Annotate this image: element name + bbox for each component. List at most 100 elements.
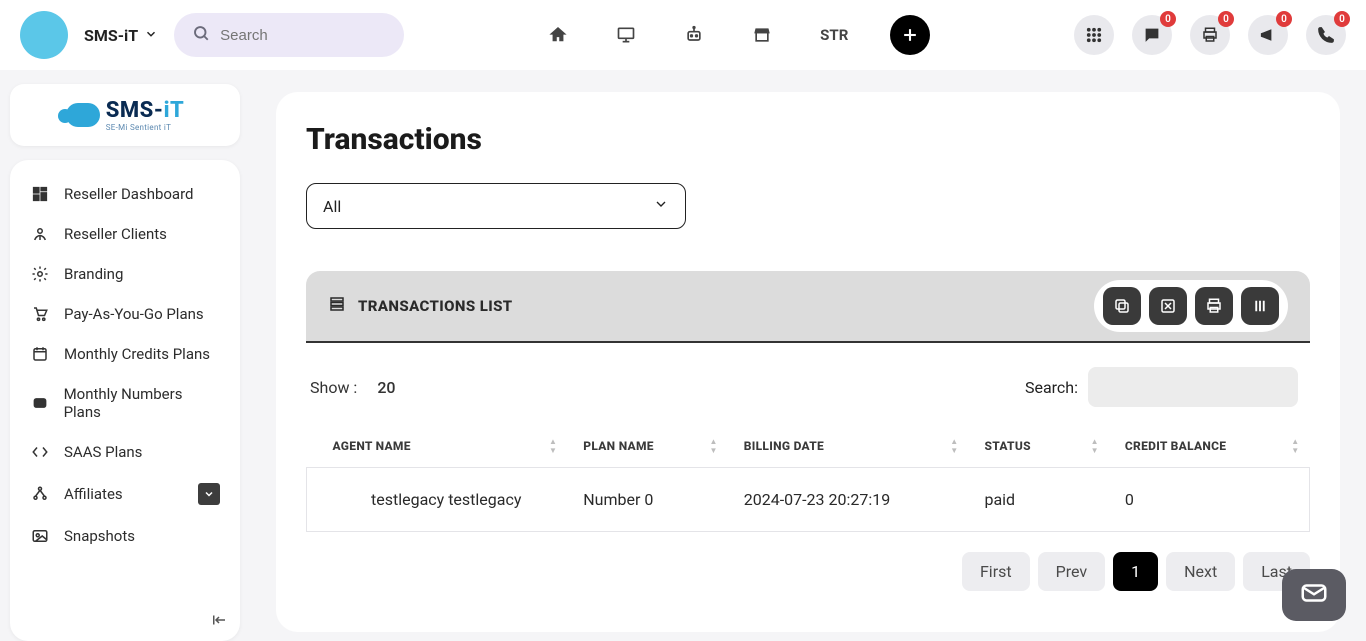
phone-icon[interactable]: 0 xyxy=(1306,15,1346,55)
search-input[interactable] xyxy=(220,27,386,44)
code-icon xyxy=(30,443,50,461)
brand-logo[interactable]: SMS-iT SE-Mi Sentient iT xyxy=(10,84,240,146)
printer-icon[interactable]: 0 xyxy=(1190,15,1230,55)
table-row[interactable]: testlegacy testlegacy Number 0 2024-07-2… xyxy=(307,468,1310,532)
avatar[interactable] xyxy=(20,11,68,59)
filter-select[interactable]: All xyxy=(306,183,686,229)
sidebar: SMS-iT SE-Mi Sentient iT Reseller Dashbo… xyxy=(0,70,250,641)
chat-badge: 0 xyxy=(1160,11,1176,27)
sort-icon: ▲▼ xyxy=(549,437,557,455)
app-name: SMS-iT xyxy=(84,26,138,45)
col-plan[interactable]: PLAN NAME ▲▼ xyxy=(567,425,727,468)
page-title: Transactions xyxy=(306,122,1310,157)
cell-plan: Number 0 xyxy=(567,468,727,532)
printer-badge: 0 xyxy=(1218,11,1234,27)
gear-icon xyxy=(30,265,50,283)
print-button[interactable] xyxy=(1195,287,1233,325)
sidebar-item-monthly-credits[interactable]: Monthly Credits Plans xyxy=(10,334,240,374)
col-agent[interactable]: AGENT NAME ▲▼ xyxy=(307,425,568,468)
sidebar-nav: Reseller Dashboard Reseller Clients Bran… xyxy=(10,160,240,641)
main-content: Transactions All TRANSACTIONS LIST xyxy=(250,70,1366,641)
transactions-panel: TRANSACTIONS LIST xyxy=(306,271,1310,591)
sidebar-item-reseller-dashboard[interactable]: Reseller Dashboard xyxy=(10,174,240,214)
cell-agent: testlegacy testlegacy xyxy=(307,468,568,532)
pager-current[interactable]: 1 xyxy=(1113,552,1158,591)
sidebar-item-label: Reseller Dashboard xyxy=(64,185,194,203)
sort-icon: ▲▼ xyxy=(1291,437,1299,455)
sidebar-item-monthly-numbers[interactable]: $ Monthly Numbers Plans xyxy=(10,374,240,432)
app-switcher[interactable]: SMS-iT xyxy=(80,20,162,51)
panel-title: TRANSACTIONS LIST xyxy=(358,297,513,315)
nav-str[interactable]: STR xyxy=(820,26,848,44)
search-label: Search: xyxy=(1025,378,1078,397)
clients-icon xyxy=(30,225,50,243)
col-billing[interactable]: BILLING DATE ▲▼ xyxy=(728,425,969,468)
megaphone-icon[interactable]: 0 xyxy=(1248,15,1288,55)
global-search[interactable] xyxy=(174,13,404,57)
columns-button[interactable] xyxy=(1241,287,1279,325)
image-icon xyxy=(30,527,50,545)
logo-text-1: SMS- xyxy=(106,98,164,123)
sidebar-item-label: Snapshots xyxy=(64,527,135,545)
sidebar-item-label: Monthly Numbers Plans xyxy=(64,385,220,421)
topbar-actions: 0 0 0 0 xyxy=(1074,15,1346,55)
robot-icon[interactable] xyxy=(684,25,704,45)
export-excel-button[interactable] xyxy=(1149,287,1187,325)
page-card: Transactions All TRANSACTIONS LIST xyxy=(276,92,1340,632)
chevron-down-icon xyxy=(144,26,158,45)
logo-subtitle: SE-Mi Sentient iT xyxy=(106,123,185,132)
sidebar-item-label: Pay-As-You-Go Plans xyxy=(64,305,204,323)
add-button[interactable] xyxy=(890,15,930,55)
topbar: SMS-iT STR 0 xyxy=(0,0,1366,70)
top-nav: STR xyxy=(548,25,848,45)
sidebar-item-branding[interactable]: Branding xyxy=(10,254,240,294)
money-icon: $ xyxy=(30,394,50,412)
sidebar-item-snapshots[interactable]: Snapshots xyxy=(10,516,240,556)
cell-credit: 0 xyxy=(1109,468,1310,532)
chevron-down-icon[interactable] xyxy=(198,483,220,505)
logo-text-2: iT xyxy=(164,98,185,123)
sidebar-item-saas-plans[interactable]: SAAS Plans xyxy=(10,432,240,472)
announce-badge: 0 xyxy=(1276,11,1292,27)
cell-billing: 2024-07-23 20:27:19 xyxy=(728,468,969,532)
collapse-sidebar-icon[interactable] xyxy=(210,611,228,633)
panel-header: TRANSACTIONS LIST xyxy=(306,271,1310,343)
sidebar-item-reseller-clients[interactable]: Reseller Clients xyxy=(10,214,240,254)
mail-icon xyxy=(1299,578,1329,612)
store-icon[interactable] xyxy=(752,25,772,45)
phone-badge: 0 xyxy=(1334,11,1350,27)
sidebar-item-payg-plans[interactable]: Pay-As-You-Go Plans xyxy=(10,294,240,334)
network-icon xyxy=(30,485,50,503)
copy-button[interactable] xyxy=(1103,287,1141,325)
dashboard-icon xyxy=(30,185,50,203)
filter-value: All xyxy=(323,197,341,216)
show-label: Show : xyxy=(310,378,357,397)
table-search-input[interactable] xyxy=(1088,367,1298,407)
sort-icon: ▲▼ xyxy=(1091,437,1099,455)
panel-toolbar xyxy=(1094,280,1288,332)
sidebar-item-label: Monthly Credits Plans xyxy=(64,345,210,363)
support-button[interactable] xyxy=(1282,569,1346,621)
sidebar-item-affiliates[interactable]: Affiliates xyxy=(10,472,240,516)
home-icon[interactable] xyxy=(548,25,568,45)
pager-prev[interactable]: Prev xyxy=(1038,552,1106,591)
sidebar-item-label: Reseller Clients xyxy=(64,225,167,243)
calendar-icon xyxy=(30,345,50,363)
sort-icon: ▲▼ xyxy=(710,437,718,455)
chevron-down-icon xyxy=(653,196,669,216)
pager-first[interactable]: First xyxy=(962,552,1030,591)
list-icon xyxy=(328,295,346,317)
apps-grid-icon[interactable] xyxy=(1074,15,1114,55)
cloud-icon xyxy=(66,103,100,127)
svg-text:$: $ xyxy=(38,399,42,408)
table-controls: Show : 20 Search: xyxy=(306,343,1310,417)
show-value[interactable]: 20 xyxy=(377,378,395,397)
col-credit[interactable]: CREDIT BALANCE ▲▼ xyxy=(1109,425,1310,468)
pager-next[interactable]: Next xyxy=(1166,552,1235,591)
monitor-icon[interactable] xyxy=(616,25,636,45)
cart-icon xyxy=(30,305,50,323)
sidebar-item-label: Affiliates xyxy=(64,485,123,503)
chat-icon[interactable]: 0 xyxy=(1132,15,1172,55)
transactions-table: AGENT NAME ▲▼ PLAN NAME ▲▼ BILLING DATE … xyxy=(306,425,1310,532)
col-status[interactable]: STATUS ▲▼ xyxy=(968,425,1108,468)
